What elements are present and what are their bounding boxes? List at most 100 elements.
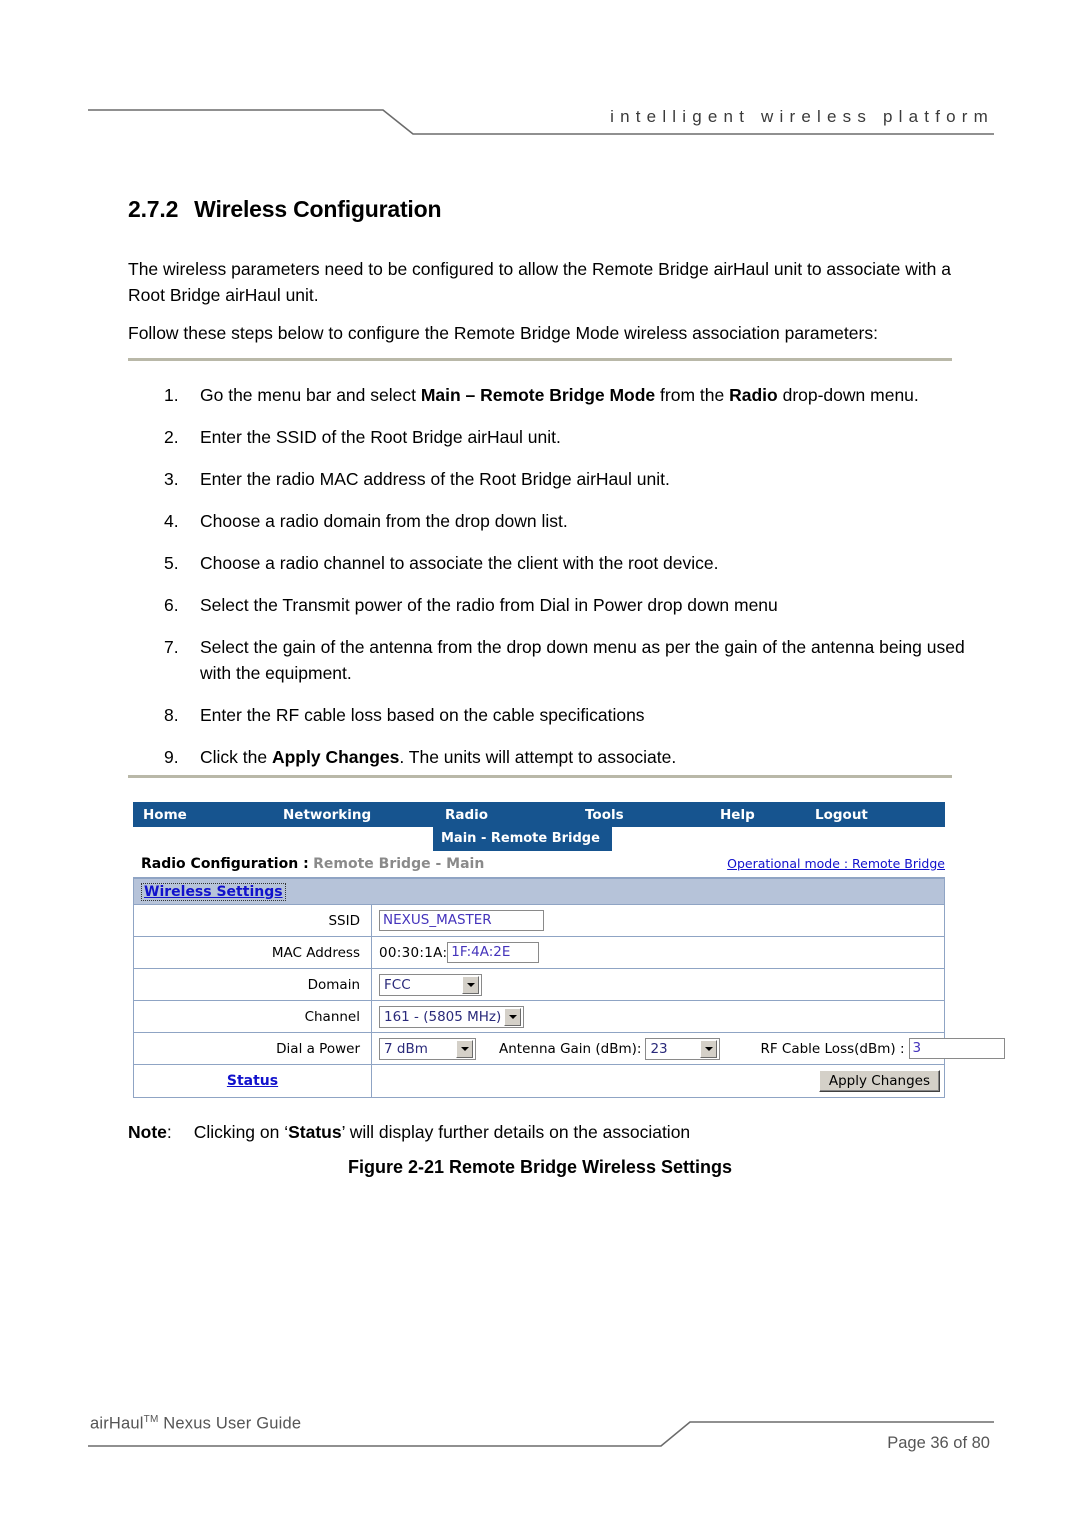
domain-label: Domain — [134, 969, 372, 1000]
nav-item-networking[interactable]: Networking — [273, 807, 435, 823]
antenna-gain-select-value: 23 — [650, 1040, 668, 1057]
wireless-settings-link[interactable]: Wireless Settings — [141, 882, 286, 901]
channel-select[interactable]: 161 - (5805 MHz) — [379, 1005, 524, 1028]
note-text-after: ’ will display further details on the as… — [341, 1122, 691, 1142]
step-marker: 3. — [164, 469, 179, 489]
mac-address-field-cell: 00:30:1A: 1F:4A:2E — [372, 942, 944, 963]
step-marker: 4. — [164, 511, 179, 531]
antenna-gain-label: Antenna Gain (dBm): — [499, 1040, 642, 1057]
figure-caption: Figure 2-21 Remote Bridge Wireless Setti… — [348, 1157, 732, 1177]
mac-address-input[interactable]: 1F:4A:2E — [447, 942, 540, 963]
step-text: Choose a radio channel to associate the … — [200, 553, 719, 573]
domain-field-cell: FCC — [372, 973, 944, 996]
page-title: 2.7.2 Wireless Configuration — [128, 196, 441, 223]
note-line: Note: Clicking on ‘Status’ will display f… — [128, 1122, 690, 1143]
step-text: Select the Transmit power of the radio f… — [200, 595, 778, 615]
steps-list: 1. Go the menu bar and select Main – Remo… — [128, 382, 980, 786]
footer-page-number: Page 36 of 80 — [887, 1434, 990, 1452]
step-marker: 7. — [164, 637, 179, 657]
step-marker: 5. — [164, 553, 179, 573]
ui-breadcrumb: Radio Configuration : Remote Bridge - Ma… — [141, 856, 484, 872]
footer-trademark: TM — [143, 1414, 159, 1425]
step-marker: 1. — [164, 385, 179, 405]
footer-guide-name-part2: Nexus User Guide — [158, 1414, 302, 1433]
ssid-label: SSID — [134, 905, 372, 936]
note-label: Note — [128, 1122, 167, 1142]
horizontal-rule-bottom — [128, 775, 952, 778]
wireless-settings-panel-header: Wireless Settings — [134, 879, 944, 905]
chevron-down-icon — [700, 1039, 718, 1058]
table-row-domain: Domain FCC — [134, 969, 944, 1001]
step-item-2: 2. Enter the SSID of the Root Bridge airH… — [128, 424, 980, 450]
ssid-input[interactable]: NEXUS_MASTER — [379, 910, 544, 931]
table-row-mac-address: MAC Address 00:30:1A: 1F:4A:2E — [134, 937, 944, 969]
section-number: 2.7.2 — [128, 196, 179, 222]
chevron-down-icon — [462, 975, 479, 994]
mac-address-label: MAC Address — [134, 937, 372, 968]
document-page: { "header": { "tagline": "intelligent wi… — [0, 0, 1080, 1528]
channel-label: Channel — [134, 1001, 372, 1032]
chevron-down-icon — [504, 1007, 521, 1026]
nav-item-help[interactable]: Help — [710, 807, 805, 823]
operational-mode-link[interactable]: Operational mode : Remote Bridge — [727, 851, 945, 877]
table-row-dial-a-power: Dial a Power 7 dBm Antenna Gain (dBm): 2… — [134, 1033, 1005, 1065]
status-link[interactable]: Status — [227, 1073, 278, 1089]
mac-address-prefix: 00:30:1A: — [379, 944, 448, 961]
ui-navigation-bar: Home Networking Radio Tools Help Logout — [133, 802, 945, 827]
step-item-3: 3. Enter the radio MAC address of the Roo… — [128, 466, 980, 492]
dial-a-power-field-cell: 7 dBm Antenna Gain (dBm): 23 RF Cable Lo… — [372, 1037, 1005, 1060]
dial-a-power-select[interactable]: 7 dBm — [379, 1037, 476, 1060]
step-item-9: 9. Click the Apply Changes. The units wil… — [128, 744, 980, 770]
nav-item-radio[interactable]: Radio — [435, 807, 575, 823]
apply-cell: Apply Changes — [372, 1070, 944, 1092]
note-colon: : — [166, 1122, 172, 1142]
step-marker: 9. — [164, 747, 179, 767]
embedded-ui-screenshot: Home Networking Radio Tools Help Logout … — [133, 802, 1005, 1098]
ui-breadcrumb-light: Remote Bridge - Main — [313, 856, 485, 872]
step-item-7: 7. Select the gain of the antenna from th… — [128, 634, 980, 686]
intro-paragraph-1: The wireless parameters need to be confi… — [128, 259, 951, 305]
rf-cable-loss-input[interactable]: 3 — [908, 1038, 1005, 1059]
submenu-item-main-remote-bridge[interactable]: Main - Remote Bridge — [433, 827, 612, 851]
horizontal-rule-top — [128, 358, 952, 361]
step-item-6: 6. Select the Transmit power of the radio… — [128, 592, 980, 618]
dial-a-power-select-value: 7 dBm — [384, 1040, 428, 1057]
footer-guide-name-part1: airHaul — [90, 1414, 144, 1433]
step-marker: 6. — [164, 595, 179, 615]
step-item-4: 4. Choose a radio domain from the drop do… — [128, 508, 980, 534]
channel-select-value: 161 - (5805 MHz) — [384, 1008, 502, 1025]
page-footer: airHaulTM Nexus User Guide Page 36 of 80 — [88, 1408, 994, 1456]
step-text: Click the Apply Changes. The units will … — [200, 747, 677, 767]
ui-submenu-row: Main - Remote Bridge — [133, 827, 945, 851]
footer-guide-name: airHaulTM Nexus User Guide — [90, 1414, 301, 1434]
apply-changes-button[interactable]: Apply Changes — [818, 1070, 940, 1092]
table-row-ssid: SSID NEXUS_MASTER — [134, 905, 944, 937]
ui-breadcrumb-strong: Radio Configuration : — [141, 856, 309, 872]
chevron-down-icon — [456, 1039, 473, 1058]
step-text: Choose a radio domain from the drop down… — [200, 511, 568, 531]
domain-select[interactable]: FCC — [379, 973, 482, 996]
antenna-gain-select[interactable]: 23 — [645, 1037, 721, 1060]
wireless-settings-panel: Wireless Settings SSID NEXUS_MASTER MAC … — [133, 877, 1005, 1098]
page-header: intelligent wireless platform — [88, 100, 994, 142]
domain-select-value: FCC — [384, 976, 411, 993]
step-text: Go the menu bar and select Main – Remote… — [200, 385, 919, 405]
ui-page-title-row: Radio Configuration : Remote Bridge - Ma… — [133, 851, 945, 877]
table-row-actions: Status Apply Changes — [134, 1065, 944, 1097]
step-item-1: 1. Go the menu bar and select Main – Remo… — [128, 382, 980, 408]
table-row-channel: Channel 161 - (5805 MHz) — [134, 1001, 944, 1033]
step-item-5: 5. Choose a radio channel to associate th… — [128, 550, 980, 576]
nav-item-tools[interactable]: Tools — [575, 807, 710, 823]
status-cell: Status — [134, 1065, 372, 1097]
step-text: Enter the SSID of the Root Bridge airHau… — [200, 427, 561, 447]
step-text: Select the gain of the antenna from the … — [200, 637, 965, 683]
channel-field-cell: 161 - (5805 MHz) — [372, 1005, 944, 1028]
header-tagline: intelligent wireless platform — [610, 107, 994, 126]
section-title: Wireless Configuration — [194, 196, 442, 222]
intro-paragraph-2: Follow these steps below to configure th… — [128, 323, 878, 343]
step-text: Enter the radio MAC address of the Root … — [200, 469, 670, 489]
step-marker: 8. — [164, 705, 179, 725]
nav-item-home[interactable]: Home — [133, 807, 273, 823]
nav-item-logout[interactable]: Logout — [805, 807, 915, 823]
step-text: Enter the RF cable loss based on the cab… — [200, 705, 645, 725]
